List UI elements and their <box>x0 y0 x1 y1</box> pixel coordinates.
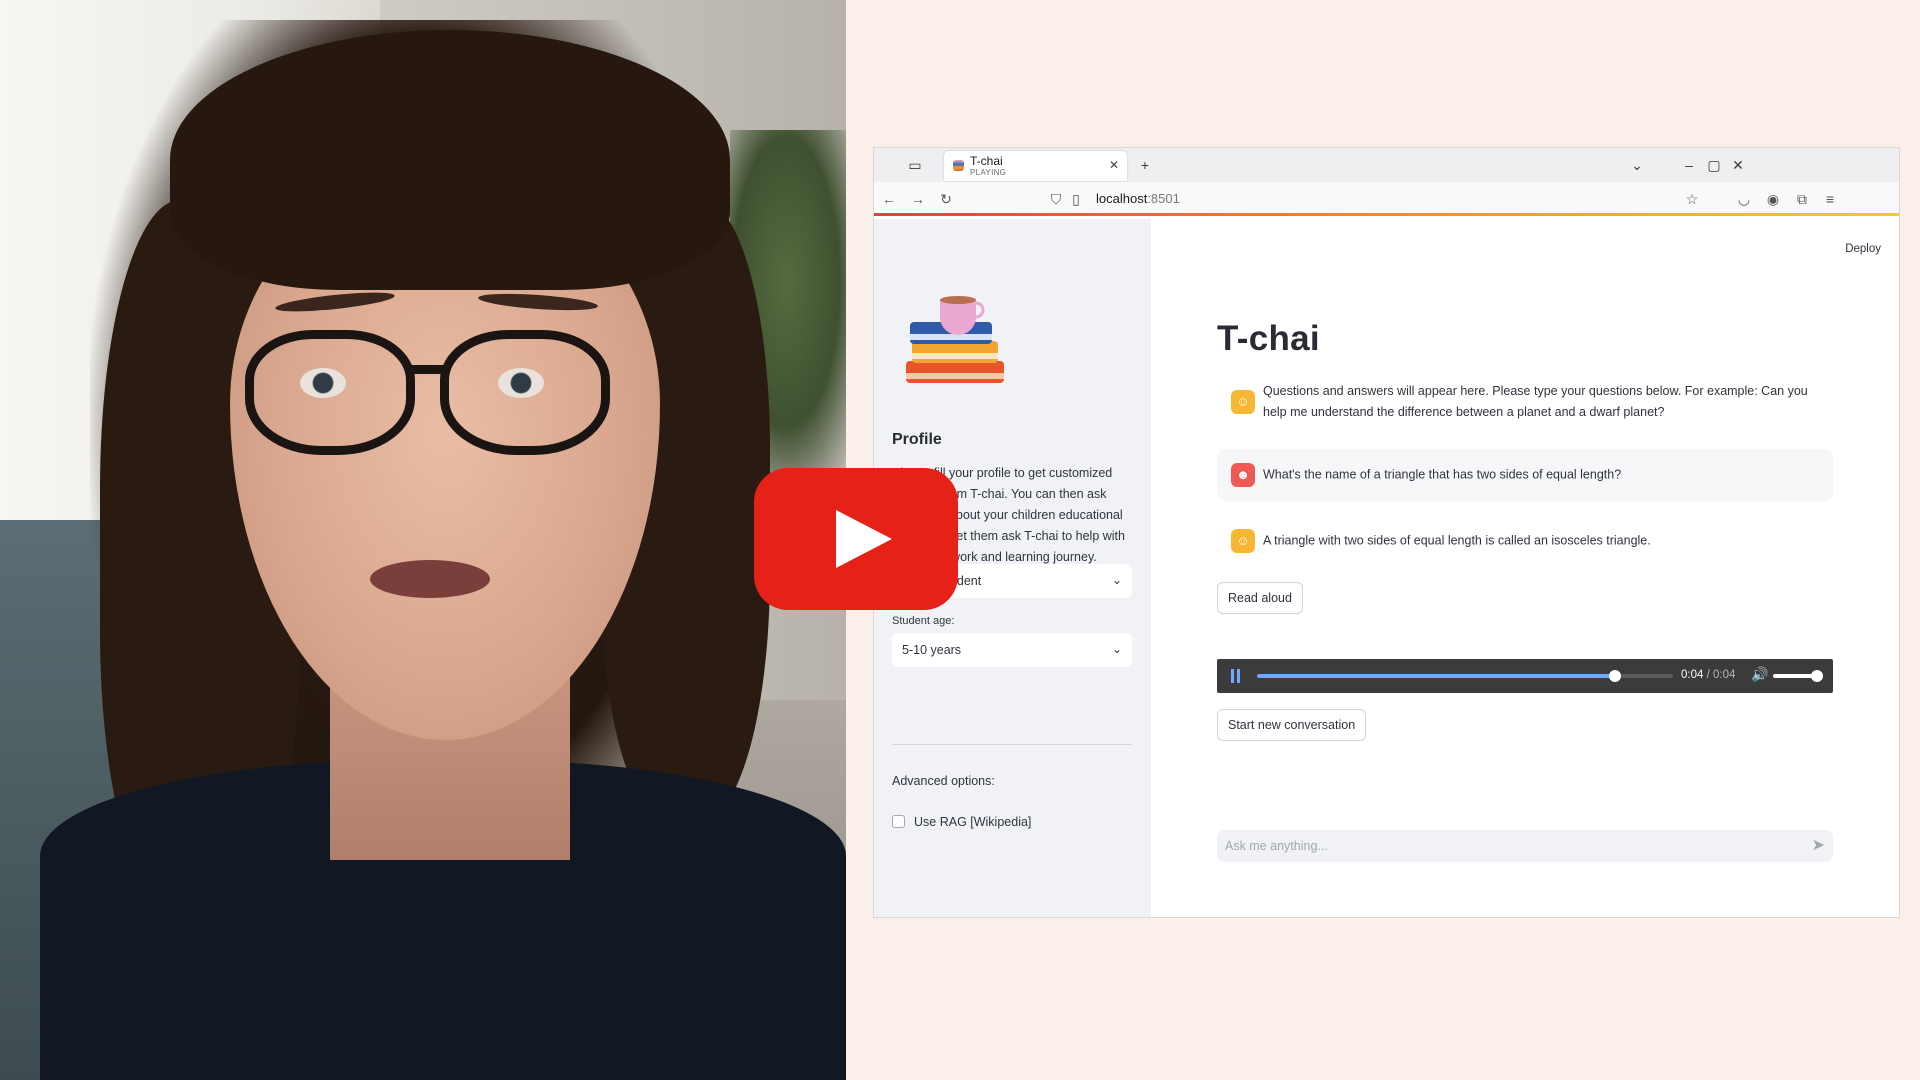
forward-icon[interactable]: → <box>908 190 928 208</box>
send-icon[interactable]: ➤ <box>1812 835 1825 855</box>
page-icon: ▯ <box>1072 191 1080 207</box>
volume-slider[interactable] <box>1773 670 1823 682</box>
age-select-value: 5-10 years <box>902 643 962 657</box>
advanced-options-label: Advanced options: <box>892 774 995 788</box>
presenter-mouth <box>370 560 490 598</box>
star-icon[interactable]: ☆ <box>1682 190 1702 208</box>
back-icon[interactable]: ← <box>879 190 899 208</box>
age-select[interactable]: 5-10 years ⌄ <box>892 633 1132 667</box>
presenter-glasses-lens <box>245 330 415 455</box>
shield-icon: ⛉ <box>1050 191 1062 207</box>
chevron-down-icon: ⌄ <box>1111 573 1122 587</box>
browser-window: ▭ T-chai PLAYING ✕ + ⌄ – ▢ ✕ ← → ↻ ⛉ ▯ l… <box>874 148 1899 917</box>
nav-bar: ← → ↻ ⛉ ▯ localhost:8501 ☆ ◡ ◉ ⧉ ≡ <box>874 182 1899 216</box>
message-text: A triangle with two sides of equal lengt… <box>1263 533 1651 548</box>
message-text: Questions and answers will appear here. … <box>1263 384 1808 419</box>
audio-time: 0:04 / 0:04 <box>1681 669 1735 681</box>
assistant-avatar-icon: ☺ <box>1231 390 1255 414</box>
deploy-button[interactable]: Deploy <box>1845 243 1881 255</box>
tab-bar: ▭ T-chai PLAYING ✕ + ⌄ – ▢ ✕ <box>874 148 1899 182</box>
start-new-conversation-button[interactable]: Start new conversation <box>1217 709 1367 741</box>
audio-current-time: 0:04 <box>1681 669 1704 681</box>
tab-playing-label: PLAYING <box>970 168 1007 177</box>
audio-progress-track[interactable] <box>1257 670 1673 682</box>
close-icon[interactable]: ✕ <box>1109 158 1119 172</box>
main-content: Deploy T-chai ☺ Questions and answers wi… <box>1151 219 1899 917</box>
audio-time-separator: / <box>1703 669 1713 681</box>
pocket-icon[interactable]: ◡ <box>1734 190 1754 208</box>
chat-input-field[interactable] <box>1225 836 1785 856</box>
menu-icon[interactable]: ≡ <box>1820 190 1840 208</box>
url-host: localhost <box>1096 191 1148 206</box>
page-title: T-chai <box>1217 319 1320 358</box>
youtube-play-button[interactable] <box>754 468 958 610</box>
webcam-video-frame <box>0 0 846 1080</box>
pause-icon[interactable] <box>1231 669 1241 683</box>
chevron-down-icon[interactable]: ⌄ <box>1626 155 1648 175</box>
chat-message-assistant: ☺ A triangle with two sides of equal len… <box>1217 515 1833 567</box>
user-avatar-icon: ☻ <box>1231 463 1255 487</box>
checkbox-box[interactable] <box>892 815 905 828</box>
tab-title: T-chai <box>970 154 1003 168</box>
rag-checkbox-label: Use RAG [Wikipedia] <box>914 815 1032 829</box>
url-text: localhost:8501 <box>1096 191 1180 206</box>
books-teacup-logo <box>906 296 1004 383</box>
read-aloud-button[interactable]: Read aloud <box>1217 582 1303 614</box>
presenter-glasses-bridge <box>410 365 446 374</box>
presenter-glasses-lens <box>440 330 610 455</box>
browser-tab[interactable]: T-chai PLAYING ✕ <box>944 151 1127 181</box>
streamlit-app: Profile Please fill your profile to get … <box>874 219 1899 917</box>
chevron-down-icon: ⌄ <box>1111 642 1122 656</box>
volume-knob[interactable] <box>1811 670 1823 682</box>
reload-icon[interactable]: ↻ <box>936 190 956 208</box>
chat-message-assistant: ☺ Questions and answers will appear here… <box>1217 369 1833 435</box>
chat-message-user: ☻ What's the name of a triangle that has… <box>1217 449 1833 501</box>
chat-input: ➤ <box>1217 830 1833 862</box>
extensions-icon[interactable]: ⧉ <box>1792 190 1812 208</box>
youtube-play-icon <box>836 510 892 568</box>
plus-icon[interactable]: + <box>1134 155 1156 175</box>
minimize-icon[interactable]: – <box>1678 155 1700 175</box>
audio-total-time: 0:04 <box>1712 669 1736 681</box>
volume-icon[interactable]: 🔊 <box>1751 666 1768 683</box>
tab-favicon-icon <box>953 160 964 171</box>
profile-heading: Profile <box>892 431 942 448</box>
window-close-icon[interactable]: ✕ <box>1727 155 1749 175</box>
audio-progress-knob[interactable] <box>1608 670 1621 682</box>
url-port: :8501 <box>1147 191 1180 206</box>
age-label: Student age: <box>892 615 955 627</box>
presenter-hair-top <box>170 30 730 290</box>
url-bar[interactable]: ⛉ ▯ localhost:8501 ☆ <box>1044 186 1699 212</box>
audio-player: 0:04 / 0:04 🔊 <box>1217 659 1833 693</box>
maximize-icon[interactable]: ▢ <box>1703 155 1725 175</box>
audio-progress-fill <box>1257 674 1615 678</box>
account-icon[interactable]: ◉ <box>1763 190 1783 208</box>
divider <box>892 744 1132 745</box>
tab-groups-icon[interactable]: ▭ <box>904 155 926 175</box>
message-text: What's the name of a triangle that has t… <box>1263 467 1622 482</box>
assistant-avatar-icon: ☺ <box>1231 529 1255 553</box>
